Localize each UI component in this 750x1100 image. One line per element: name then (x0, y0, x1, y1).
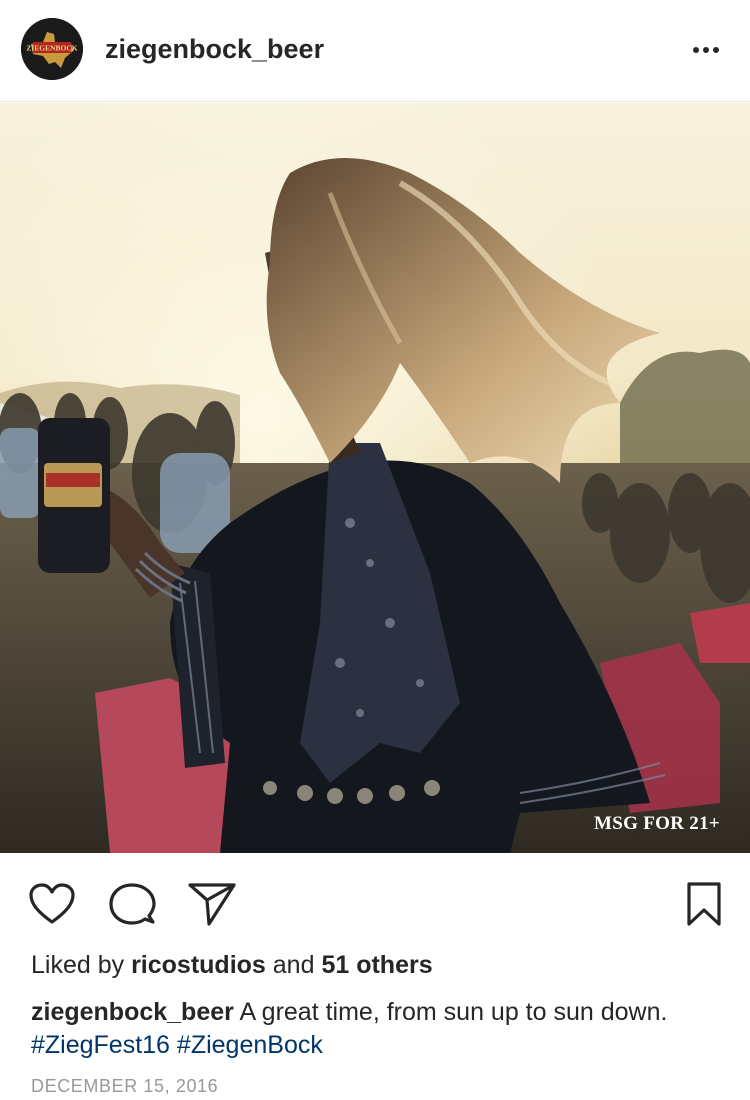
likes-summary[interactable]: Liked by ricostudios and 51 others (31, 951, 433, 980)
ziegenbock-logo-icon: ZIEGENBOCK (21, 18, 83, 80)
post-header: ZIEGENBOCK ziegenbock_beer (0, 0, 750, 102)
bookmark-icon (687, 882, 721, 926)
more-icon (693, 47, 699, 53)
caption-text: A great time, from sun up to sun down. (239, 998, 668, 1026)
festival-photo (0, 103, 750, 853)
likes-prefix: Liked by (31, 951, 125, 979)
hashtag-link[interactable]: #ZiegenBock (177, 1031, 323, 1059)
post-username[interactable]: ziegenbock_beer (105, 34, 324, 65)
post-actions (0, 870, 750, 940)
avatar[interactable]: ZIEGENBOCK (21, 18, 83, 80)
likes-connector: and (272, 951, 315, 979)
likes-others-count[interactable]: 51 others (321, 951, 432, 979)
avatar-logo-text: ZIEGENBOCK (26, 44, 77, 53)
comment-icon (109, 883, 156, 925)
comment-button[interactable] (106, 878, 158, 930)
post-date: DECEMBER 15, 2016 (31, 1076, 219, 1096)
liker-username[interactable]: ricostudios (131, 951, 266, 979)
age-notice-watermark: MSG FOR 21+ (593, 813, 720, 834)
save-button[interactable] (678, 878, 730, 930)
more-icon-dot (703, 47, 709, 53)
post-caption: ziegenbock_beer A great time, from sun u… (31, 996, 721, 1062)
like-button[interactable] (26, 878, 78, 930)
caption-username[interactable]: ziegenbock_beer (31, 998, 234, 1026)
share-button[interactable] (186, 878, 238, 930)
more-options-button[interactable] (686, 30, 726, 70)
post-photo[interactable]: MSG FOR 21+ (0, 103, 750, 853)
send-icon (188, 883, 236, 926)
more-icon-dot (713, 47, 719, 53)
heart-icon (29, 883, 75, 924)
hashtag-link[interactable]: #ZiegFest16 (31, 1031, 170, 1059)
